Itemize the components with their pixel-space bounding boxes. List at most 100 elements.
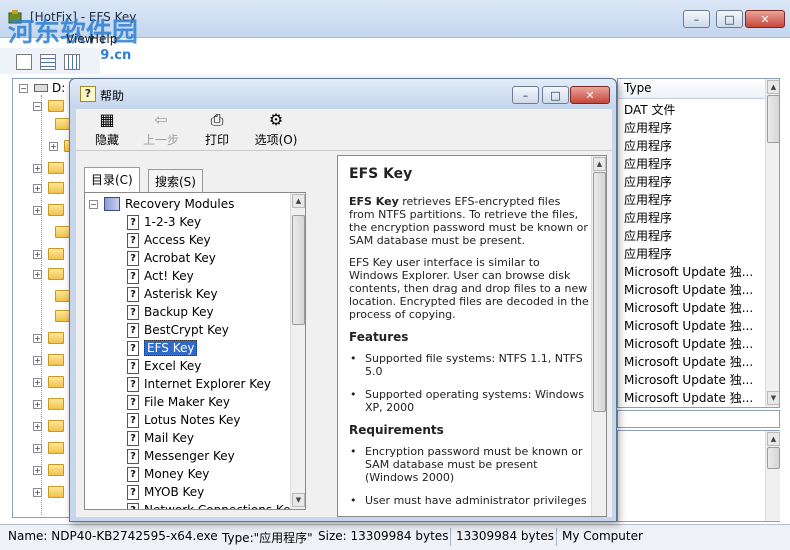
scroll-up-icon[interactable]: ▲	[292, 194, 305, 208]
list-header[interactable]: Type	[618, 79, 779, 99]
contents-item[interactable]: ? Backup Key	[127, 303, 214, 321]
tree-folder[interactable]: +	[33, 483, 64, 501]
close-button[interactable]: ✕	[745, 10, 785, 28]
list-item[interactable]: 应用程序	[624, 227, 672, 244]
scroll-thumb[interactable]	[292, 215, 305, 325]
list-item[interactable]: 应用程序	[624, 191, 672, 208]
options-button[interactable]: ⚙ 选项(O)	[246, 111, 306, 148]
tree-folder[interactable]: +	[33, 461, 64, 479]
contents-tree[interactable]: − Recovery Modules ? 1-2-3 Key? Access Key…	[84, 192, 306, 510]
hide-button[interactable]: ▦ 隐藏	[82, 111, 132, 148]
list-item[interactable]: Microsoft Update 独...	[624, 281, 753, 298]
list-item[interactable]: 应用程序	[624, 155, 672, 172]
details-view-icon[interactable]	[64, 54, 80, 70]
topic-scrollbar[interactable]: ▲	[591, 156, 606, 516]
list-item[interactable]: Microsoft Update 独...	[624, 353, 753, 370]
scroll-thumb[interactable]	[767, 95, 779, 143]
tree-folder[interactable]	[49, 287, 71, 305]
maximize-button[interactable]: □	[716, 10, 743, 28]
menu-help[interactable]: Help	[90, 32, 117, 46]
contents-scrollbar[interactable]: ▲ ▼	[290, 193, 305, 509]
help-minimize-button[interactable]: –	[512, 86, 539, 104]
contents-item[interactable]: ? Excel Key	[127, 357, 201, 375]
contents-item[interactable]: ? Asterisk Key	[127, 285, 218, 303]
help-toolbar: ▦ 隐藏 ⇦ 上一步 ⎙ 打印 ⚙ 选项(O)	[76, 109, 612, 151]
list-item[interactable]: Microsoft Update 独...	[624, 317, 753, 334]
back-button[interactable]: ⇦ 上一步	[136, 111, 186, 148]
list-view-icon[interactable]	[40, 54, 56, 70]
scroll-up-icon[interactable]: ▲	[767, 432, 780, 446]
contents-item[interactable]: ? Money Key	[127, 465, 209, 483]
contents-item[interactable]: ? Lotus Notes Key	[127, 411, 240, 429]
tree-folder[interactable]: +	[33, 159, 64, 177]
contents-root[interactable]: − Recovery Modules	[89, 195, 234, 213]
help-maximize-button[interactable]: □	[542, 86, 569, 104]
tree-folder[interactable]: +	[33, 351, 64, 369]
tab-search[interactable]: 搜索(S)	[148, 169, 203, 193]
list-item[interactable]: Microsoft Update 独...	[624, 371, 753, 388]
tree-folder[interactable]: +	[33, 201, 64, 219]
scroll-thumb[interactable]	[593, 172, 606, 412]
contents-item[interactable]: ? Internet Explorer Key	[127, 375, 271, 393]
scroll-up-icon[interactable]: ▲	[767, 80, 779, 94]
contents-item[interactable]: ? Acrobat Key	[127, 249, 216, 267]
scroll-up-icon[interactable]: ▲	[593, 157, 606, 171]
tree-folder[interactable]: +	[33, 395, 64, 413]
tree-folder[interactable]: −	[33, 97, 64, 115]
scroll-thumb[interactable]	[767, 447, 780, 469]
list-scrollbar[interactable]: ▲ ▼	[765, 79, 779, 407]
list-item[interactable]: 应用程序	[624, 173, 672, 190]
contents-item[interactable]: ? EFS Key	[127, 339, 198, 357]
print-button[interactable]: ⎙ 打印	[192, 111, 242, 148]
list-item[interactable]: Microsoft Update 独...	[624, 389, 753, 406]
feature-item: Supported operating systems: Windows XP,…	[349, 388, 589, 414]
folder-icon	[48, 464, 64, 476]
contents-item[interactable]: ? File Maker Key	[127, 393, 230, 411]
contents-item[interactable]: ? BestCrypt Key	[127, 321, 229, 339]
list-item[interactable]: Microsoft Update 独...	[624, 299, 753, 316]
contents-item[interactable]: ? Network Connections Key	[127, 501, 298, 509]
list-item[interactable]: 应用程序	[624, 137, 672, 154]
tree-folder[interactable]: +	[33, 329, 64, 347]
folder-tree[interactable]: − D: − + + + + + + + + + + + + + +	[12, 78, 74, 518]
file-list[interactable]: Type DAT 文件 应用程序 应用程序 应用程序 应用程序 应用程序 应用程序 应用程序应…	[617, 78, 780, 408]
contents-item[interactable]: ? Access Key	[127, 231, 211, 249]
horizontal-scrollbar[interactable]	[617, 410, 780, 428]
contents-item[interactable]: ? MYOB Key	[127, 483, 204, 501]
tree-folder[interactable]	[49, 115, 71, 133]
help-close-button[interactable]: ✕	[570, 86, 610, 104]
options-icon: ⚙	[268, 110, 284, 129]
contents-item[interactable]: ? Mail Key	[127, 429, 194, 447]
contents-item[interactable]: ? Act! Key	[127, 267, 194, 285]
tree-folder[interactable]	[49, 223, 71, 241]
tree-folder[interactable]	[49, 307, 71, 325]
help-title-bar[interactable]: ? 帮助 – □ ✕	[70, 79, 616, 109]
list-item[interactable]: 应用程序	[624, 245, 672, 262]
minimize-button[interactable]: –	[683, 10, 710, 28]
scroll-down-icon[interactable]: ▼	[767, 391, 779, 405]
list-item[interactable]: Microsoft Update 独...	[624, 335, 753, 352]
collapse-icon[interactable]: −	[89, 199, 98, 209]
tree-folder[interactable]: +	[33, 439, 64, 457]
list-item[interactable]: 应用程序	[624, 119, 672, 136]
tree-folder[interactable]: +	[33, 373, 64, 391]
column-type-header[interactable]: Type	[624, 81, 652, 95]
tree-folder[interactable]: +	[33, 179, 64, 197]
tree-folder[interactable]: +	[33, 417, 64, 435]
large-icons-view-icon[interactable]	[16, 54, 32, 70]
tree-folder[interactable]: +	[33, 245, 64, 263]
contents-item[interactable]: ? Messenger Key	[127, 447, 235, 465]
tree-folder[interactable]: +	[33, 265, 64, 283]
hide-label: 隐藏	[94, 133, 119, 147]
pane-splitter[interactable]	[330, 151, 336, 517]
details-scrollbar[interactable]: ▲	[765, 431, 780, 521]
list-item[interactable]: 应用程序	[624, 209, 672, 226]
list-item[interactable]: Microsoft Update 独...	[624, 263, 753, 280]
scroll-down-icon[interactable]: ▼	[292, 493, 305, 507]
collapse-icon[interactable]: −	[19, 83, 28, 93]
tree-root[interactable]: − D:	[19, 79, 65, 97]
main-title-bar[interactable]: [HotFix] - EFS Key 河东软件园 – □ ✕	[0, 0, 790, 48]
contents-item[interactable]: ? 1-2-3 Key	[127, 213, 201, 231]
list-item[interactable]: DAT 文件	[624, 101, 675, 118]
tab-contents[interactable]: 目录(C)	[84, 167, 140, 193]
